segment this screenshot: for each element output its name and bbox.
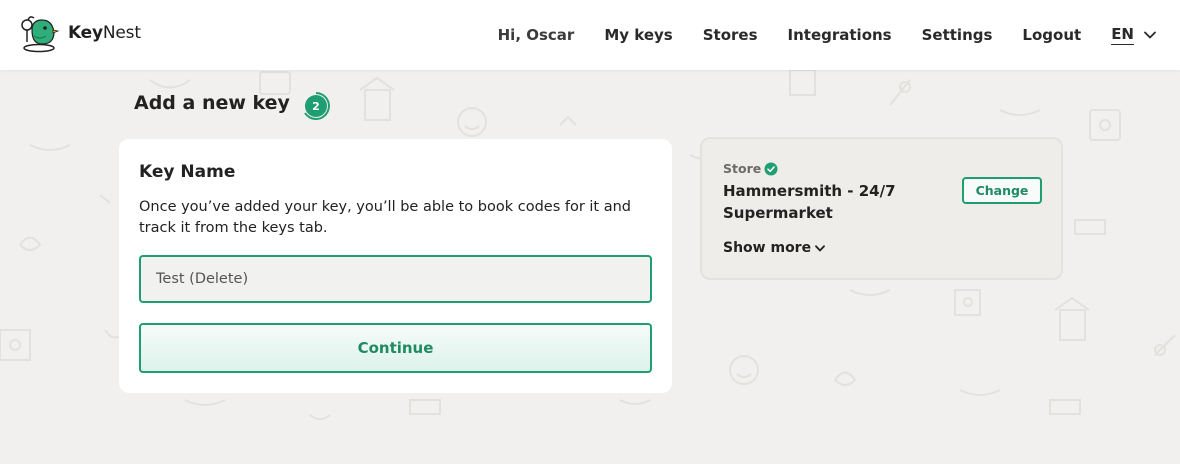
nav-settings[interactable]: Settings — [922, 26, 993, 44]
nav-my-keys[interactable]: My keys — [604, 26, 672, 44]
show-more-toggle[interactable]: Show more — [723, 240, 825, 256]
top-header: KeyNest Hi, Oscar My keys Stores Integra… — [0, 0, 1180, 70]
language-selector[interactable]: EN — [1111, 25, 1156, 45]
user-greeting: Hi, Oscar — [497, 26, 575, 44]
store-label-row: Store — [723, 161, 778, 176]
key-name-title: Key Name — [139, 162, 236, 182]
nav-integrations[interactable]: Integrations — [788, 26, 892, 44]
key-name-description: Once you’ve added your key, you’ll be ab… — [139, 199, 632, 236]
selected-store-card: Store Hammersmith - 24/7 Supermarket Cha… — [700, 137, 1063, 280]
continue-button[interactable]: Continue — [139, 323, 652, 373]
nav-logout[interactable]: Logout — [1022, 26, 1081, 44]
brand-logo[interactable]: KeyNest — [18, 12, 141, 54]
key-name-card: Key Name Once you’ve added your key, you… — [119, 139, 672, 393]
store-label: Store — [723, 161, 762, 176]
nav-stores[interactable]: Stores — [703, 26, 758, 44]
store-name: Hammersmith - 24/7 Supermarket — [723, 182, 896, 222]
brand-name: KeyNest — [68, 23, 141, 43]
step-indicator: 2 — [301, 91, 331, 121]
verified-check-icon — [764, 162, 778, 175]
step-number: 2 — [312, 99, 320, 113]
key-name-input[interactable] — [139, 255, 652, 303]
bird-logo-icon — [21, 16, 60, 53]
page-title: Add a new key — [134, 92, 290, 114]
show-more-label: Show more — [723, 240, 812, 256]
change-store-button[interactable]: Change — [962, 177, 1042, 204]
chevron-down-icon — [815, 244, 825, 251]
language-code: EN — [1111, 25, 1134, 45]
main-nav: Hi, Oscar My keys Stores Integrations Se… — [498, 0, 1180, 70]
chevron-down-icon — [1144, 31, 1156, 39]
